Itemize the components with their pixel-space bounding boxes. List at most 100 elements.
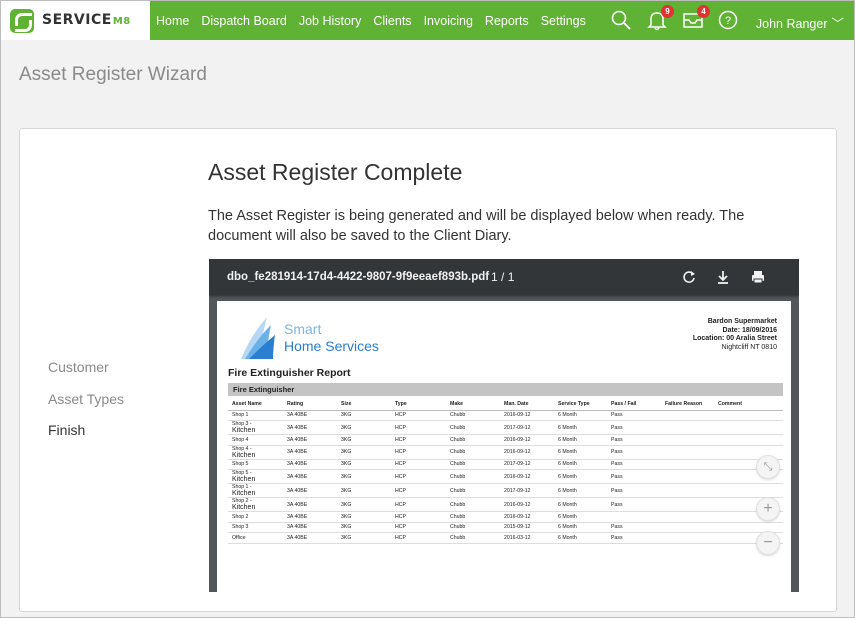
table-cell: 3KG: [337, 483, 391, 498]
print-icon[interactable]: [750, 269, 766, 285]
table-cell: [714, 434, 783, 446]
asset-name-cell: Shop 3 - Kitchen: [228, 420, 283, 435]
table-cell: HCP: [391, 445, 446, 460]
table-cell: [661, 420, 714, 435]
report-location: Location: 00 Aralia Street: [692, 335, 777, 342]
rotate-icon[interactable]: [681, 269, 697, 285]
asset-name-cell: Shop 4 - Kitchen: [228, 445, 283, 460]
table-cell: [661, 511, 714, 523]
table-cell: 6 Month: [554, 420, 607, 435]
step-finish[interactable]: Finish: [48, 422, 124, 454]
column-header: Comment: [714, 398, 783, 411]
table-cell: HCP: [391, 459, 446, 470]
pdf-viewer[interactable]: dbo_fe281914-17d4-4422-9807-9f9eeaef893b…: [209, 259, 799, 592]
table-cell: Pass: [607, 434, 661, 446]
pdf-page: Smart Home Services Bardon Supermarket D…: [217, 301, 791, 592]
column-header: Rating: [283, 398, 337, 411]
column-header: Type: [391, 398, 446, 411]
table-cell: Pass: [607, 445, 661, 460]
nav-dispatch-board[interactable]: Dispatch Board: [201, 14, 286, 28]
app-window: SERVICEM8 Home Dispatch Board Job Histor…: [0, 0, 855, 618]
table-row: Shop 4 - Kitchen 3A 40BE 3KG HCP Chubb 2016-09…: [228, 445, 783, 460]
zoom-in-button[interactable]: +: [756, 497, 780, 521]
fit-page-icon[interactable]: ⤡: [756, 455, 780, 479]
table-row: Shop 5 - Kitchen 3A 40BE 3KG HCP Chubb 2016-09…: [228, 469, 783, 484]
complete-description: The Asset Register is being generated an…: [208, 208, 745, 244]
table-cell: [661, 497, 714, 512]
zoom-out-button[interactable]: −: [756, 531, 780, 555]
step-customer[interactable]: Customer: [48, 359, 124, 391]
brand-wordmark: SERVICEM8: [42, 12, 131, 28]
help-icon[interactable]: ?: [717, 9, 739, 31]
table-cell: 2016-09-12: [500, 497, 554, 512]
table-cell: 3A 40BE: [283, 522, 337, 533]
column-header: Service Type: [554, 398, 607, 411]
table-cell: HCP: [391, 434, 446, 446]
pdf-page-indicator: 1 / 1: [491, 270, 515, 284]
table-cell: [661, 469, 714, 484]
company-logo: Smart Home Services: [237, 315, 389, 361]
table-row: Shop 1 3A 40BE 3KG HCP Chubb 2016-09-12 6 Mont…: [228, 410, 783, 421]
table-cell: 6 Month: [554, 511, 607, 523]
table-cell: 3KG: [337, 410, 391, 421]
table-cell: 3A 40BE: [283, 459, 337, 470]
table-cell: Chubb: [446, 420, 500, 435]
asset-name-cell: Shop 5 - Kitchen: [228, 469, 283, 484]
asset-name-cell: Shop 2: [228, 511, 283, 523]
table-cell: Pass: [607, 410, 661, 421]
table-cell: 3KG: [337, 497, 391, 512]
table-cell: Pass: [607, 469, 661, 484]
column-header: Man. Date: [500, 398, 554, 411]
step-asset-types[interactable]: Asset Types: [48, 391, 124, 423]
table-cell: [714, 410, 783, 421]
table-cell: 2017-09-12: [500, 483, 554, 498]
table-row: Shop 2 3A 40BE 3KG HCP Chubb 2016-09-12 6 Mont…: [228, 511, 783, 523]
wizard-steps: Customer Asset Types Finish: [48, 359, 124, 454]
column-header: Make: [446, 398, 500, 411]
notifications-count-badge: 9: [661, 5, 674, 18]
table-cell: Pass: [607, 420, 661, 435]
table-cell: 3A 40BE: [283, 469, 337, 484]
nav-home[interactable]: Home: [156, 14, 189, 28]
table-cell: 6 Month: [554, 532, 607, 544]
table-cell: [661, 532, 714, 544]
user-menu[interactable]: John Ranger ﹀: [756, 13, 844, 32]
nav-job-history[interactable]: Job History: [299, 14, 362, 28]
table-cell: Chubb: [446, 511, 500, 523]
table-cell: 3KG: [337, 459, 391, 470]
table-cell: [661, 459, 714, 470]
table-cell: 6 Month: [554, 483, 607, 498]
table-cell: Pass: [607, 459, 661, 470]
asset-name-cell: Shop 1: [228, 410, 283, 421]
page-title: Asset Register Wizard: [19, 64, 207, 85]
company-name-line2: Home Services: [284, 338, 379, 354]
svg-text:?: ?: [725, 15, 731, 27]
nav-invoicing[interactable]: Invoicing: [424, 14, 473, 28]
table-cell: Chubb: [446, 459, 500, 470]
brand-logo[interactable]: SERVICEM8: [1, 1, 150, 40]
table-cell: HCP: [391, 511, 446, 523]
notifications-bell-icon[interactable]: 9: [646, 5, 674, 31]
main-nav: Home Dispatch Board Job History Clients …: [156, 1, 598, 40]
nav-reports[interactable]: Reports: [485, 14, 529, 28]
chevron-down-icon: ﹀: [831, 17, 844, 31]
table-cell: [661, 410, 714, 421]
table-cell: 2016-09-12: [500, 434, 554, 446]
servicem8-logo-icon: [10, 9, 34, 33]
table-cell: Chubb: [446, 522, 500, 533]
table-cell: Chubb: [446, 410, 500, 421]
messages-inbox-icon[interactable]: 4: [682, 5, 710, 31]
table-cell: HCP: [391, 522, 446, 533]
table-cell: 2016-09-12: [500, 445, 554, 460]
download-icon[interactable]: [715, 269, 731, 285]
nav-settings[interactable]: Settings: [541, 14, 586, 28]
nav-clients[interactable]: Clients: [373, 14, 411, 28]
asset-name-cell: Office: [228, 532, 283, 544]
column-header: Pass / Fail: [607, 398, 661, 411]
messages-count-badge: 4: [697, 5, 710, 18]
search-icon[interactable]: [610, 9, 632, 31]
table-cell: Pass: [607, 522, 661, 533]
table-cell: Chubb: [446, 434, 500, 446]
table-cell: 3A 40BE: [283, 511, 337, 523]
table-cell: HCP: [391, 532, 446, 544]
